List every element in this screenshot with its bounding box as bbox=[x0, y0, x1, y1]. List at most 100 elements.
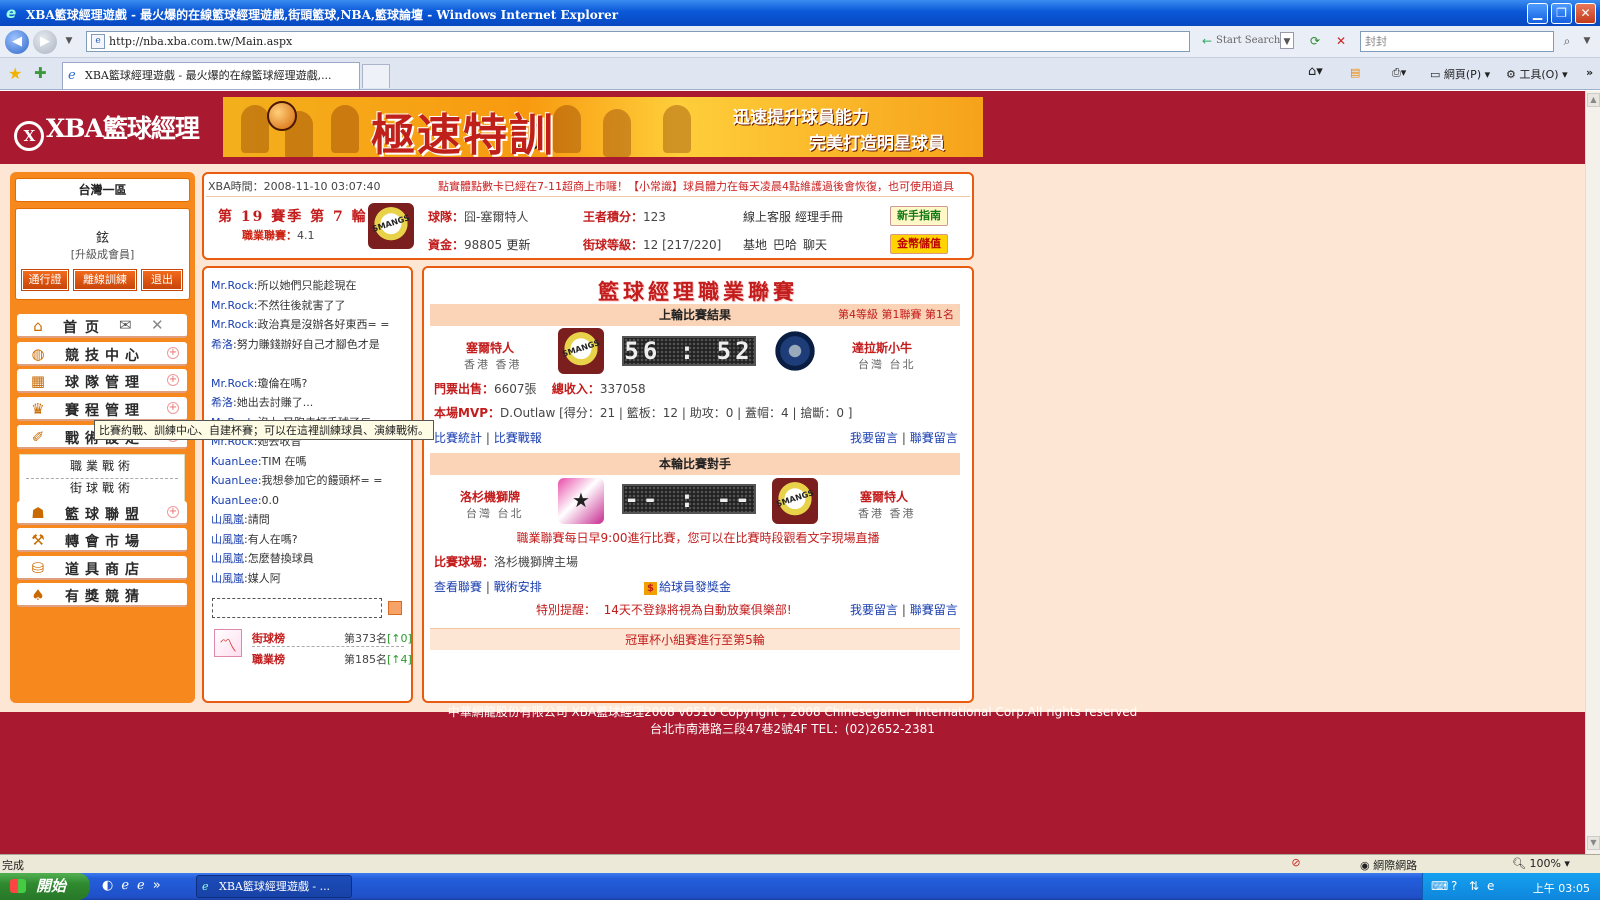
link-base[interactable]: 基地 bbox=[743, 236, 767, 253]
next-away-team-name[interactable]: 塞爾特人 bbox=[860, 488, 908, 505]
link-manager-handbook[interactable]: 經理手冊 bbox=[795, 208, 843, 225]
next-home-team-name[interactable]: 洛杉機獅牌 bbox=[460, 488, 520, 505]
passport-button[interactable]: 通行證 bbox=[21, 269, 69, 291]
keyboard-icon[interactable]: ⌨ bbox=[1431, 879, 1448, 893]
mail-icon[interactable]: ✉ bbox=[119, 316, 132, 334]
protected-mode-icon[interactable]: ⊘ bbox=[1288, 856, 1304, 872]
feeds-icon[interactable]: ▤ bbox=[1350, 66, 1360, 79]
menu-league[interactable]: ☗ 籃球聯盟 + bbox=[17, 501, 187, 525]
expand-icon[interactable]: + bbox=[167, 374, 179, 386]
chat-user[interactable]: 山風嵐 bbox=[211, 552, 244, 565]
offline-training-button[interactable]: 離線訓練 bbox=[73, 269, 137, 291]
page-menu[interactable]: ▭ 網頁(P) ▾ bbox=[1430, 66, 1490, 82]
maximize-button[interactable]: ❐ bbox=[1551, 3, 1572, 24]
quick-launch[interactable]: ◐ℯℯ» bbox=[102, 878, 169, 893]
team-logo-icon[interactable] bbox=[772, 478, 818, 524]
link-customer-service[interactable]: 線上客服 bbox=[743, 208, 791, 225]
tactics-arrange-link[interactable]: 戰術安排 bbox=[494, 580, 542, 594]
search-options-icon[interactable]: ▼ bbox=[1578, 32, 1596, 50]
menu-team[interactable]: ▦ 球隊管理 + bbox=[17, 369, 187, 393]
forward-button[interactable]: ▶ bbox=[33, 30, 57, 54]
zoom-control[interactable]: 🔍︎ 100% ▾ bbox=[1512, 857, 1570, 870]
menu-guess[interactable]: ♠ 有獎競猜 bbox=[17, 583, 187, 607]
menu-schedule[interactable]: ♛ 賽程管理 + bbox=[17, 397, 187, 421]
leave-message-link[interactable]: 我要留言 bbox=[850, 603, 898, 617]
logout-button[interactable]: 退出 bbox=[141, 269, 183, 291]
submenu-street-tactics[interactable]: 街球戰術 bbox=[26, 478, 178, 497]
view-league-link[interactable]: 查看聯賽 bbox=[434, 580, 482, 594]
vertical-scrollbar[interactable]: ▲ ▼ bbox=[1585, 91, 1600, 854]
chat-user[interactable]: Mr.Rock bbox=[211, 299, 254, 312]
print-icon[interactable]: ⎙▾ bbox=[1392, 66, 1406, 80]
rank-street[interactable]: 街球榜 第373名[↑0] bbox=[252, 630, 412, 646]
chat-user[interactable]: Mr.Rock bbox=[211, 377, 254, 390]
team-logo-icon[interactable] bbox=[558, 478, 604, 524]
tools-menu[interactable]: ⚙ 工具(O) ▾ bbox=[1506, 66, 1568, 82]
add-favorites-icon[interactable]: ✚ bbox=[34, 64, 47, 82]
expand-icon[interactable]: + bbox=[167, 402, 179, 414]
start-button[interactable]: 開始 bbox=[0, 873, 90, 900]
league-message-link[interactable]: 聯賽留言 bbox=[910, 603, 958, 617]
expand-icon[interactable]: + bbox=[167, 506, 179, 518]
refresh-icon[interactable]: ⟳ bbox=[1306, 32, 1324, 50]
network-icon[interactable]: ⇅ bbox=[1469, 879, 1479, 893]
help-icon[interactable]: ? bbox=[1451, 879, 1457, 893]
chat-user[interactable]: 希洛 bbox=[211, 338, 233, 351]
upgrade-member-link[interactable]: [升級成會員] bbox=[16, 246, 189, 262]
minimize-button[interactable]: ▁ bbox=[1527, 3, 1548, 24]
search-input[interactable]: 封封 bbox=[1360, 31, 1554, 52]
scroll-down-button[interactable]: ▼ bbox=[1587, 836, 1600, 850]
chat-user[interactable]: KuanLee bbox=[211, 494, 258, 507]
rank-pro[interactable]: 職業榜 第185名[↑4] bbox=[252, 651, 412, 667]
scroll-up-button[interactable]: ▲ bbox=[1587, 93, 1600, 107]
chat-user[interactable]: KuanLee bbox=[211, 455, 258, 468]
newbie-guide-button[interactable]: 新手指南 bbox=[890, 206, 948, 226]
new-tab-button[interactable] bbox=[362, 64, 390, 88]
search-dropdown-icon[interactable]: ▼ bbox=[1280, 32, 1294, 49]
menu-shop[interactable]: ⛁ 道具商店 bbox=[17, 556, 187, 580]
chat-send-button[interactable] bbox=[388, 601, 402, 615]
start-search-label[interactable]: Start Search bbox=[1216, 35, 1280, 46]
expand-icon[interactable]: + bbox=[167, 347, 179, 359]
settings-tools-icon[interactable]: ✕ bbox=[151, 316, 164, 334]
match-stats-link[interactable]: 比賽統計 bbox=[434, 431, 482, 445]
chat-user[interactable]: 山風嵐 bbox=[211, 513, 244, 526]
league-message-link[interactable]: 聯賽留言 bbox=[910, 431, 958, 445]
stop-icon[interactable]: ✕ bbox=[1332, 32, 1350, 50]
team-logo-icon[interactable] bbox=[558, 328, 604, 374]
match-report-link[interactable]: 比賽戰報 bbox=[494, 431, 542, 445]
taskbar-ie-window[interactable]: e XBA籃球經理遊戲 - ... bbox=[196, 875, 352, 898]
news-ticker[interactable]: 點實體點數卡已經在7-11超商上市囉！【小常識】球員體力在每天凌晨4點維護過後會… bbox=[438, 178, 970, 194]
menu-arena[interactable]: ◍ 競技中心 + bbox=[17, 342, 187, 366]
salary-link[interactable]: $ 給球員發獎金 bbox=[644, 578, 731, 595]
toolbar-overflow-icon[interactable]: » bbox=[1586, 66, 1593, 79]
history-dropdown-icon[interactable]: ▼ bbox=[60, 32, 78, 50]
menu-transfer[interactable]: ⚒ 轉會市場 bbox=[17, 528, 187, 552]
back-button[interactable]: ◀ bbox=[5, 30, 29, 54]
chat-user[interactable]: 希洛 bbox=[211, 396, 233, 409]
promo-banner[interactable]: 極速特訓 迅速提升球員能力 完美打造明星球員 bbox=[223, 97, 983, 157]
submenu-pro-tactics[interactable]: 職業戰術 bbox=[26, 457, 178, 476]
ie-tray-icon[interactable]: e bbox=[1487, 879, 1494, 893]
chat-user[interactable]: Mr.Rock bbox=[211, 279, 254, 292]
security-zone[interactable]: ◉ 網際網路 bbox=[1360, 857, 1417, 873]
gold-topup-button[interactable]: 金幣儲值 bbox=[890, 234, 948, 254]
tab-xba[interactable]: e XBA籃球經理遊戲 - 最火爆的在線籃球經理遊戲,... bbox=[62, 62, 360, 89]
chat-input[interactable] bbox=[212, 598, 382, 618]
menu-home[interactable]: ⌂ 首页 ✉ ✕ bbox=[17, 314, 187, 338]
chat-user[interactable]: 山風嵐 bbox=[211, 533, 244, 546]
funds-refresh-link[interactable]: 更新 bbox=[506, 238, 530, 252]
last-home-team-name[interactable]: 塞爾特人 bbox=[466, 339, 514, 356]
link-bahamut[interactable]: 巴哈 bbox=[773, 236, 797, 253]
team-logo-icon[interactable] bbox=[772, 328, 818, 374]
link-chat[interactable]: 聊天 bbox=[803, 236, 827, 253]
last-away-team-name[interactable]: 達拉斯小牛 bbox=[852, 339, 912, 356]
search-icon[interactable]: ⌕ bbox=[1558, 32, 1576, 50]
go-arrow-icon[interactable]: ← bbox=[1202, 34, 1212, 48]
close-window-button[interactable]: ✕ bbox=[1575, 3, 1596, 24]
address-input[interactable]: e http://nba.xba.com.tw/Main.aspx bbox=[86, 31, 1190, 52]
chat-user[interactable]: 山風嵐 bbox=[211, 572, 244, 585]
xba-logo[interactable]: X XBA籃球經理 bbox=[14, 109, 200, 151]
home-icon-toolbar[interactable]: ⌂▾ bbox=[1308, 64, 1323, 79]
favorites-star-icon[interactable]: ★ bbox=[8, 64, 22, 83]
